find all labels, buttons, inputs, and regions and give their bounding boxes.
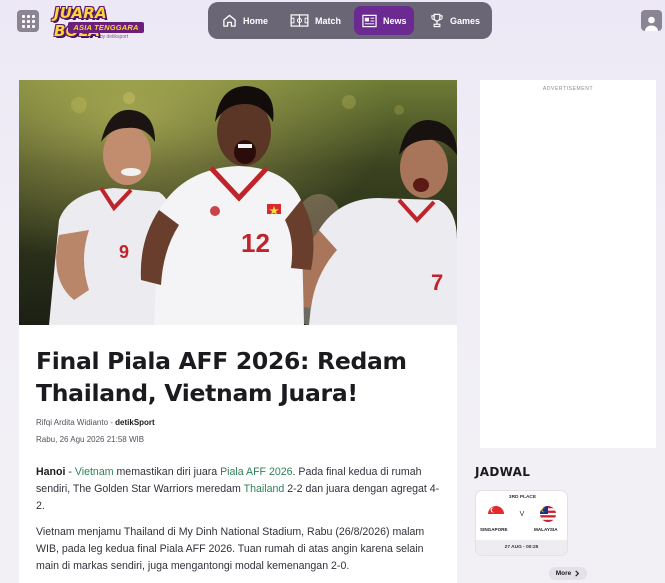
svg-text:12: 12 bbox=[241, 228, 270, 258]
logo-title: JUARA BOLA bbox=[54, 4, 107, 40]
schedule-heading: JADWAL bbox=[475, 465, 531, 479]
svg-text:9: 9 bbox=[119, 242, 129, 262]
match-card[interactable]: 3RD PLACE V SINGAPORE MALAYSIA 27 AUG - … bbox=[475, 490, 568, 556]
article-card: 9 7 12 Final Piala AFF 2026: Redam Thail… bbox=[19, 80, 457, 583]
nav-match[interactable]: Match bbox=[282, 6, 350, 35]
paragraph-1: Hanoi - Vietnam memastikan diri juara Pi… bbox=[36, 464, 440, 515]
author-name[interactable]: Rifqi Ardita Widianto bbox=[36, 418, 108, 427]
more-label: More bbox=[555, 570, 572, 577]
article-byline: Rifqi Ardita Widianto - detikSport bbox=[36, 418, 155, 427]
publish-date: Rabu, 26 Agu 2026 21:58 WIB bbox=[36, 435, 145, 444]
svg-text:7: 7 bbox=[431, 270, 443, 295]
site-logo[interactable]: JUARA BOLA ASIA TENGGARA by detiksport bbox=[54, 4, 158, 40]
top-bar: JUARA BOLA ASIA TENGGARA by detiksport H… bbox=[0, 0, 665, 46]
article-title: Final Piala AFF 2026: Redam Thailand, Vi… bbox=[36, 347, 407, 407]
home-icon bbox=[223, 14, 236, 27]
nav-news-label: News bbox=[383, 15, 407, 26]
hero-photo: 9 7 12 bbox=[19, 80, 457, 325]
link-thailand[interactable]: Thailand bbox=[244, 483, 285, 495]
home-team-name: SINGAPORE bbox=[480, 527, 508, 532]
versus-label: V bbox=[519, 511, 525, 518]
paragraph-2: Vietnam menjamu Thailand di My Dinh Nati… bbox=[36, 526, 425, 572]
link-vietnam[interactable]: Vietnam bbox=[75, 466, 114, 478]
nav-home[interactable]: Home bbox=[214, 6, 280, 35]
singapore-flag-icon bbox=[488, 506, 504, 522]
article-source[interactable]: detikSport bbox=[115, 418, 155, 427]
nav-news[interactable]: News bbox=[354, 6, 414, 35]
profile-button[interactable] bbox=[641, 10, 662, 31]
logo-byline: by detiksport bbox=[99, 34, 129, 40]
article-body: Hanoi - Vietnam memastikan diri juara Pi… bbox=[36, 464, 440, 583]
nav-games-label: Games bbox=[450, 15, 481, 26]
logo-subtitle: ASIA TENGGARA bbox=[68, 22, 144, 33]
main-nav: Home Match News Games bbox=[208, 2, 492, 39]
apps-menu-button[interactable] bbox=[17, 10, 39, 32]
dateline-place: Hanoi bbox=[36, 466, 66, 478]
link-piala-aff[interactable]: Piala AFF 2026 bbox=[220, 466, 292, 478]
chevron-right-icon bbox=[575, 570, 580, 577]
match-datetime: 27 AUG - 00:25 bbox=[476, 540, 567, 555]
nav-games[interactable]: Games bbox=[422, 6, 488, 35]
pitch-icon bbox=[290, 14, 309, 27]
nav-match-label: Match bbox=[315, 15, 342, 26]
ad-label: ADVERTISEMENT bbox=[542, 86, 594, 92]
paragraph-text: memastikan diri juara bbox=[113, 466, 221, 478]
match-round: 3RD PLACE bbox=[508, 495, 537, 500]
nav-home-label: Home bbox=[243, 15, 269, 26]
more-button[interactable]: More bbox=[549, 567, 587, 580]
advertisement-slot[interactable]: ADVERTISEMENT bbox=[480, 80, 656, 448]
news-icon bbox=[362, 14, 377, 27]
dateline-dash: - bbox=[65, 466, 75, 478]
away-team-name: MALAYSIA bbox=[534, 527, 558, 532]
malaysia-flag-icon bbox=[540, 506, 556, 522]
user-icon bbox=[645, 16, 658, 31]
trophy-icon bbox=[431, 13, 443, 28]
football-celebration-photo: 9 7 12 bbox=[19, 80, 457, 325]
